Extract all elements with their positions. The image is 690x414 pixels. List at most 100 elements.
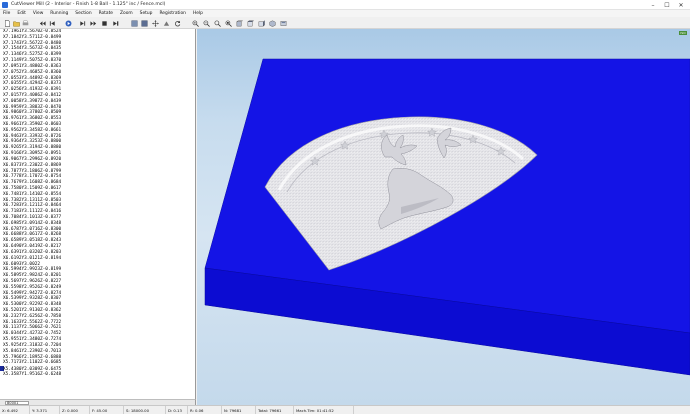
print-icon[interactable] bbox=[21, 19, 29, 27]
menu-view[interactable]: View bbox=[33, 11, 43, 16]
simulation-viewport[interactable]: ISO bbox=[197, 29, 690, 405]
gcode-line-text: X7.1544Y3.5673Z-0.8435 bbox=[3, 46, 62, 52]
menu-rotate[interactable]: Rotate bbox=[99, 11, 113, 16]
view-front-icon[interactable] bbox=[235, 19, 243, 27]
menu-bar: File Edit View Running Section Rotate Zo… bbox=[0, 10, 690, 17]
gcode-line-text: X6.5598Y2.9526Z-0.8249 bbox=[3, 284, 62, 290]
gcode-line-text: X6.1137Y2.5066Z-0.7621 bbox=[3, 325, 62, 331]
open-folder-icon[interactable] bbox=[12, 19, 20, 27]
gcode-line-text: X6.5895Y2.9824Z-0.8201 bbox=[3, 273, 62, 279]
end-icon[interactable] bbox=[111, 19, 119, 27]
gcode-line-text: X6.8373Y3.2302Z-0.8869 bbox=[3, 162, 62, 168]
gcode-line-text: X6.7580Y3.1509Z-0.8617 bbox=[3, 185, 62, 191]
menu-registration[interactable]: Registration bbox=[159, 11, 185, 16]
step-forward-icon[interactable] bbox=[78, 19, 86, 27]
tool-icon[interactable] bbox=[140, 19, 148, 27]
gcode-line-text: X7.0157Y3.4086Z-0.8412 bbox=[3, 92, 62, 98]
gcode-line-text: X6.7382Y3.1311Z-0.8503 bbox=[3, 197, 62, 203]
status-spacer bbox=[354, 406, 690, 414]
view-right-icon[interactable] bbox=[257, 19, 265, 27]
move-icon[interactable] bbox=[151, 19, 159, 27]
simulation-scene bbox=[204, 58, 690, 376]
stop-icon[interactable] bbox=[100, 19, 108, 27]
gcode-listing[interactable]: X7.1961Y3.5670Z-0.8524 X7.1842Y3.5711Z-0.… bbox=[0, 29, 196, 399]
view-iso-icon[interactable] bbox=[268, 19, 276, 27]
menu-help[interactable]: Help bbox=[193, 11, 203, 16]
maximize-button[interactable]: ☐ bbox=[660, 0, 674, 10]
menu-running[interactable]: Running bbox=[50, 11, 68, 16]
gcode-line-text: X6.7084Y3.1013Z-0.8377 bbox=[3, 215, 62, 220]
status-machine-time: Mach.Tim: 01:41:52 bbox=[294, 405, 354, 414]
status-radius: R: 0.06 bbox=[188, 405, 222, 414]
gcode-line-text: X7.0058Y3.3987Z-0.8439 bbox=[3, 98, 62, 104]
gcode-line-text: X6.0344Y2.4273Z-0.7452 bbox=[3, 331, 62, 337]
title-bar: CutViewer Mill (2 - Interior - Finish 1-… bbox=[0, 0, 690, 10]
gcode-line-text: X6.9166Y3.3095Z-0.8951 bbox=[3, 151, 62, 157]
menu-setup[interactable]: Setup bbox=[140, 11, 153, 16]
gcode-line-text: X6.9463Y3.3393Z-0.8726 bbox=[3, 133, 62, 139]
gcode-line-text: X7.1149Y3.5075Z-0.8370 bbox=[3, 58, 62, 64]
gcode-line-text: X6.6490Y3.0419Z-0.8217 bbox=[3, 244, 62, 250]
gcode-line-text: X6.7283Y3.1211Z-0.8464 bbox=[3, 203, 62, 209]
menu-zoom[interactable]: Zoom bbox=[120, 11, 133, 16]
gcode-line-text: X7.1346Y3.5275Z-0.8399 bbox=[3, 52, 62, 58]
play-icon[interactable] bbox=[64, 19, 72, 27]
rotate-icon[interactable] bbox=[173, 19, 181, 27]
gcode-line-text: X6.9067Y3.2996Z-0.8920 bbox=[3, 156, 62, 162]
app-icon bbox=[2, 1, 8, 8]
gcode-line-text: X6.7778Y3.1707Z-0.8754 bbox=[3, 174, 62, 180]
section-icon[interactable] bbox=[162, 19, 170, 27]
gcode-line-text: X6.5994Y2.9923Z-0.8199 bbox=[3, 267, 62, 273]
gcode-line-text: X5.9551Y2.3480Z-0.7274 bbox=[3, 337, 62, 343]
zoom-window-icon[interactable] bbox=[213, 19, 221, 27]
gcode-line[interactable]: X5.3587Y1.9516Z-0.6248 bbox=[0, 372, 195, 378]
rewind-icon[interactable] bbox=[38, 19, 46, 27]
gcode-line-text: X6.7481Y3.1410Z-0.8554 bbox=[3, 191, 62, 197]
gcode-line-text: X6.6985Y3.0914Z-0.8348 bbox=[3, 220, 62, 226]
stock-icon[interactable] bbox=[130, 19, 138, 27]
gcode-line-text: X7.0256Y3.4193Z-0.8391 bbox=[3, 87, 62, 93]
gcode-line-text: X7.1743Y3.5672Z-0.8480 bbox=[3, 40, 62, 46]
settings-icon[interactable] bbox=[279, 19, 287, 27]
new-file-icon[interactable] bbox=[3, 19, 11, 27]
fast-forward-icon[interactable] bbox=[89, 19, 97, 27]
gcode-line-text: X7.1961Y3.5670Z-0.8524 bbox=[3, 29, 62, 34]
gcode-line-text: X5.7173Y2.1102Z-0.6685 bbox=[3, 360, 62, 366]
close-button[interactable]: ✕ bbox=[674, 0, 688, 10]
gcode-line-text: X5.8461Y2.2390Z-0.7013 bbox=[3, 348, 62, 354]
zoom-out-icon[interactable] bbox=[202, 19, 210, 27]
gcode-line-text: X7.1842Y3.5711Z-0.8499 bbox=[3, 34, 62, 40]
gcode-line-text: X6.6688Y3.0617Z-0.8268 bbox=[3, 232, 62, 238]
status-speed: S: 18000.00 bbox=[124, 405, 166, 414]
zoom-in-icon[interactable] bbox=[191, 19, 199, 27]
gcode-line-text: X6.5300Y2.9229Z-0.8348 bbox=[3, 302, 62, 308]
zoom-fit-icon[interactable] bbox=[224, 19, 232, 27]
minimize-button[interactable]: – bbox=[646, 0, 660, 10]
gcode-line-text: X6.7679Y3.1608Z-0.8684 bbox=[3, 180, 62, 186]
gcode-line-text: X6.9661Y3.3590Z-0.8603 bbox=[3, 122, 62, 127]
window-title: CutViewer Mill (2 - Interior - Finish 1-… bbox=[11, 2, 166, 7]
menu-edit[interactable]: Edit bbox=[17, 11, 26, 16]
gcode-line-text: X6.6589Y3.0518Z-0.8243 bbox=[3, 238, 62, 244]
menu-file[interactable]: File bbox=[3, 11, 10, 16]
status-line-number: N: 79681 bbox=[222, 405, 256, 414]
view-top-icon[interactable] bbox=[246, 19, 254, 27]
status-total: Total: 79661 bbox=[256, 405, 294, 414]
gcode-line-text: X6.6787Y3.0716Z-0.8300 bbox=[3, 226, 62, 232]
gcode-line-text: X7.0951Y3.4880Z-0.8363 bbox=[3, 63, 62, 69]
gcode-line-text: X6.5399Y2.9328Z-0.8307 bbox=[3, 296, 62, 302]
gcode-line-text: X6.9562Y3.3458Z-0.8661 bbox=[3, 127, 62, 133]
gcode-line-text: X6.2327Y2.6256Z-0.7858 bbox=[3, 313, 62, 319]
status-diameter: D: 0.13 bbox=[166, 405, 188, 414]
gcode-line-text: X6.7183Y3.1112Z-0.8416 bbox=[3, 209, 62, 215]
gcode-line-text: X6.1633Y2.5562Z-0.7722 bbox=[3, 319, 62, 325]
gcode-line-text: X6.5499Y2.9427Z-0.8274 bbox=[3, 290, 62, 296]
menu-section[interactable]: Section bbox=[75, 11, 91, 16]
gcode-line-text: X6.9860Y3.3780Z-0.8509 bbox=[3, 110, 62, 116]
gcode-line-text: X6.6093Y3.0022 bbox=[3, 261, 41, 267]
gcode-line-text: X5.9254Y2.3183Z-0.7204 bbox=[3, 342, 62, 348]
gcode-line-text: X6.9959Y3.3883Z-0.8470 bbox=[3, 104, 62, 110]
gcode-line-text: X6.9761Y3.3680Z-0.8553 bbox=[3, 116, 62, 122]
status-feed: F: 45.00 bbox=[90, 405, 124, 414]
step-back-icon[interactable] bbox=[48, 19, 56, 27]
